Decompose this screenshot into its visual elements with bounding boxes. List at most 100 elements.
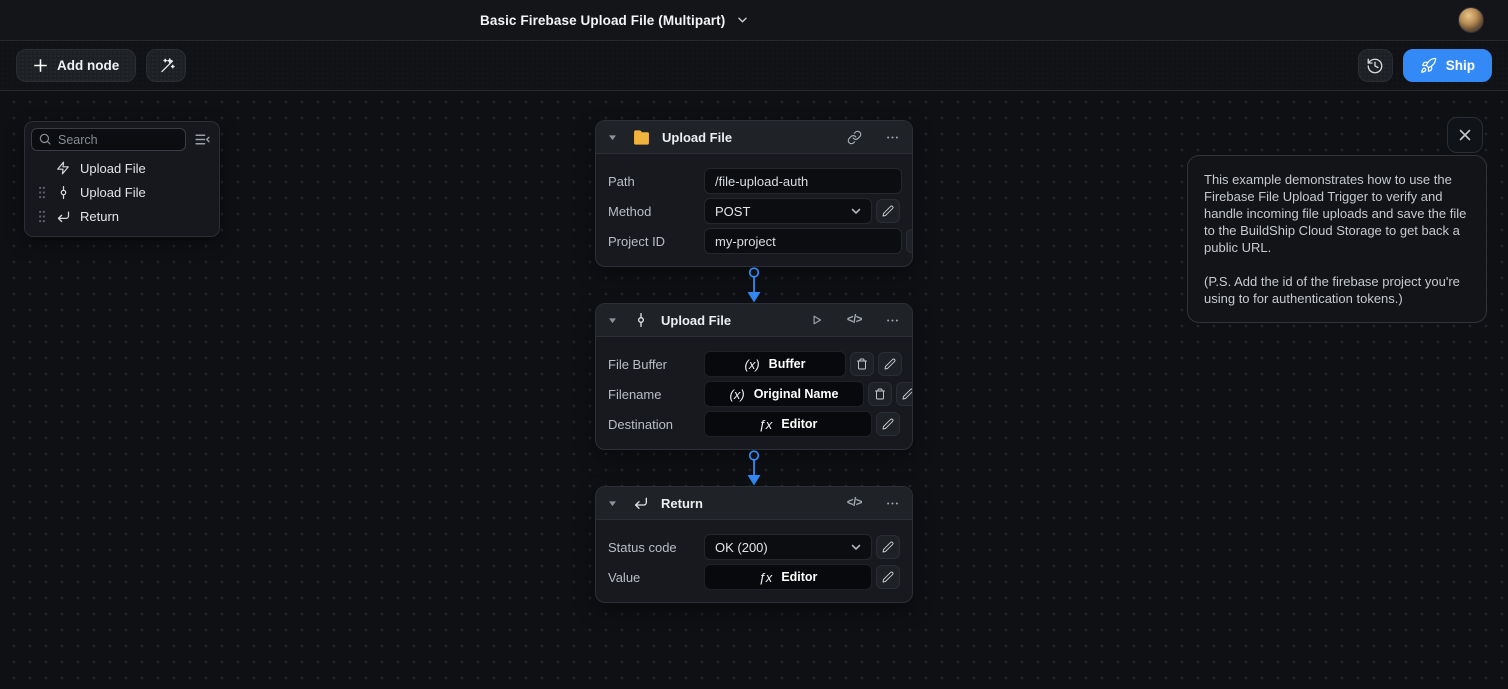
note-paragraph: (P.S. Add the id of the firebase project… bbox=[1204, 273, 1470, 307]
close-note-button[interactable] bbox=[1447, 117, 1483, 153]
edit-pencil-button[interactable] bbox=[896, 382, 913, 406]
node-title: Return bbox=[661, 496, 703, 511]
node-upload-file[interactable]: Upload File </> File Buffer bbox=[595, 303, 913, 450]
ship-button[interactable]: Ship bbox=[1403, 49, 1492, 82]
variable-pill-original-name[interactable]: (x) Original Name bbox=[704, 381, 864, 407]
method-select[interactable]: POST bbox=[704, 198, 872, 224]
add-node-label: Add node bbox=[57, 58, 119, 73]
node-body: File Buffer (x) Buffer bbox=[596, 337, 912, 449]
path-input[interactable] bbox=[704, 168, 902, 194]
wand-sparkles-icon bbox=[157, 57, 175, 75]
chevron-down-icon bbox=[850, 543, 862, 552]
editor-pill[interactable]: ƒx Editor bbox=[704, 411, 872, 437]
field-row-method: Method POST bbox=[608, 197, 900, 225]
field-label: Filename bbox=[608, 387, 704, 402]
node-return[interactable]: Return </> Status code OK (200) bbox=[595, 486, 913, 603]
pencil-icon bbox=[902, 388, 913, 400]
drag-grip-icon[interactable] bbox=[31, 210, 53, 223]
edit-pencil-button[interactable] bbox=[878, 352, 902, 376]
node-header[interactable]: Upload File </> bbox=[596, 304, 912, 337]
palette-item-label: Upload File bbox=[80, 161, 146, 176]
field-row-destination: Destination ƒx Editor bbox=[608, 410, 900, 438]
connection-port[interactable] bbox=[745, 267, 763, 303]
pencil-icon bbox=[884, 358, 896, 370]
palette-item-label: Upload File bbox=[80, 185, 146, 200]
workflow-title-dropdown[interactable]: Basic Firebase Upload File (Multipart) bbox=[480, 0, 748, 40]
node-header[interactable]: Return </> bbox=[596, 487, 912, 520]
chevron-down-icon bbox=[737, 16, 748, 24]
pencil-icon bbox=[882, 571, 894, 583]
project-id-input[interactable] bbox=[704, 228, 902, 254]
edit-pencil-button[interactable] bbox=[876, 565, 900, 589]
edit-pencil-button[interactable] bbox=[876, 535, 900, 559]
editor-label: Editor bbox=[781, 417, 817, 431]
node-palette: Upload File Upload File bbox=[24, 121, 220, 237]
rocket-icon bbox=[1420, 57, 1437, 74]
delete-button[interactable] bbox=[868, 382, 892, 406]
link-icon[interactable] bbox=[847, 130, 862, 145]
collapse-caret-icon[interactable] bbox=[608, 500, 617, 507]
trash-icon bbox=[856, 358, 868, 370]
field-label: Method bbox=[608, 204, 704, 219]
add-node-button[interactable]: Add node bbox=[16, 49, 136, 82]
run-node-icon[interactable] bbox=[810, 313, 824, 327]
search-input[interactable] bbox=[31, 128, 186, 151]
status-code-value: OK (200) bbox=[715, 540, 768, 555]
collapse-caret-icon[interactable] bbox=[608, 317, 617, 324]
pencil-icon bbox=[882, 541, 894, 553]
more-icon[interactable] bbox=[885, 130, 900, 145]
field-label: Path bbox=[608, 174, 704, 189]
return-arrow-icon bbox=[633, 495, 649, 511]
avatar[interactable] bbox=[1458, 7, 1484, 33]
chevron-down-icon bbox=[850, 207, 862, 216]
code-icon[interactable]: </> bbox=[847, 497, 862, 509]
collapse-panel-icon[interactable] bbox=[191, 129, 213, 151]
node-body: Path Method POST bbox=[596, 154, 912, 266]
history-button[interactable] bbox=[1358, 49, 1393, 82]
field-label: Destination bbox=[608, 417, 704, 432]
workflow-note: This example demonstrates how to use the… bbox=[1187, 155, 1487, 323]
pencil-icon bbox=[882, 418, 894, 430]
pencil-icon bbox=[882, 205, 894, 217]
edit-pencil-button[interactable] bbox=[876, 412, 900, 436]
edit-pencil-button[interactable] bbox=[876, 199, 900, 223]
field-row-filename: Filename (x) Original Name bbox=[608, 380, 900, 408]
more-icon[interactable] bbox=[885, 496, 900, 511]
fx-glyph: ƒx bbox=[759, 417, 773, 432]
field-label: File Buffer bbox=[608, 357, 704, 372]
drag-grip-icon[interactable] bbox=[31, 186, 53, 199]
search-icon bbox=[38, 132, 52, 146]
connection-port[interactable] bbox=[745, 450, 763, 486]
collapse-caret-icon[interactable] bbox=[608, 134, 617, 141]
node-body: Status code OK (200) bbox=[596, 520, 912, 602]
pencil-icon bbox=[912, 235, 913, 247]
workflow-title: Basic Firebase Upload File (Multipart) bbox=[480, 13, 725, 28]
close-icon bbox=[1458, 128, 1472, 142]
more-icon[interactable] bbox=[885, 313, 900, 328]
variable-glyph: (x) bbox=[730, 387, 745, 402]
node-upload-file-trigger[interactable]: Upload File Path bbox=[595, 120, 913, 267]
delete-button[interactable] bbox=[850, 352, 874, 376]
code-icon[interactable]: </> bbox=[847, 314, 862, 326]
commit-node-icon bbox=[53, 185, 73, 200]
status-code-select[interactable]: OK (200) bbox=[704, 534, 872, 560]
workflow-canvas[interactable]: Upload File Upload File bbox=[0, 92, 1508, 689]
node-header[interactable]: Upload File bbox=[596, 121, 912, 154]
palette-item-return[interactable]: Return bbox=[31, 204, 213, 228]
variable-pill-buffer[interactable]: (x) Buffer bbox=[704, 351, 846, 377]
node-flow: Upload File Path bbox=[595, 120, 913, 603]
field-label: Project ID bbox=[608, 234, 704, 249]
field-row-value: Value ƒx Editor bbox=[608, 563, 900, 591]
search-box bbox=[31, 128, 186, 151]
palette-item-upload-file-node[interactable]: Upload File bbox=[31, 180, 213, 204]
method-select-value: POST bbox=[715, 204, 750, 219]
ai-wand-button[interactable] bbox=[146, 49, 186, 82]
folder-icon bbox=[633, 130, 650, 145]
field-label: Value bbox=[608, 570, 704, 585]
note-paragraph: This example demonstrates how to use the… bbox=[1204, 171, 1470, 256]
palette-item-upload-file-trigger[interactable]: Upload File bbox=[31, 156, 213, 180]
editor-pill[interactable]: ƒx Editor bbox=[704, 564, 872, 590]
field-row-project-id: Project ID bbox=[608, 227, 900, 255]
history-icon bbox=[1366, 57, 1384, 75]
edit-pencil-button[interactable] bbox=[906, 229, 913, 253]
